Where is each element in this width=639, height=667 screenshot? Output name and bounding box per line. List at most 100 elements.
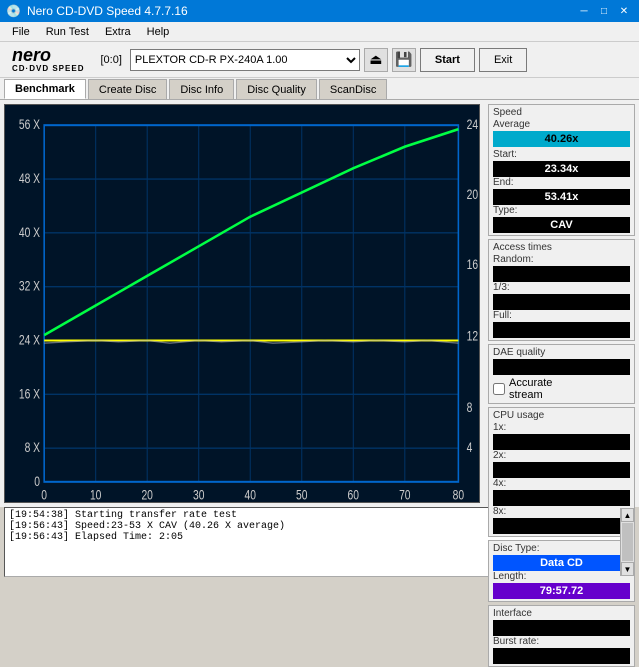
access-times-section: Access times Random: 1/3: Full: — [488, 239, 635, 341]
type-label: Type: — [493, 205, 630, 216]
nero-sub-brand: CD·DVD SPEED — [12, 64, 84, 73]
svg-text:16: 16 — [467, 257, 479, 273]
accurate-stream-checkbox[interactable] — [493, 383, 505, 395]
svg-text:0: 0 — [34, 473, 40, 489]
svg-text:30: 30 — [193, 487, 205, 502]
svg-text:8: 8 — [467, 399, 473, 415]
one-third-value — [493, 294, 630, 310]
type-value: CAV — [493, 217, 630, 233]
log-content: [19:54:38] Starting transfer rate test [… — [5, 508, 618, 576]
log-line-1: [19:54:38] Starting transfer rate test — [9, 510, 614, 521]
cpu-label: CPU usage — [493, 410, 630, 421]
tab-bar: Benchmark Create Disc Disc Info Disc Qua… — [0, 78, 639, 100]
disc-length-value: 79:57.72 — [493, 583, 630, 599]
svg-text:40 X: 40 X — [19, 225, 40, 241]
scroll-up-button[interactable]: ▲ — [621, 508, 634, 522]
start-label: Start: — [493, 149, 630, 160]
accurate-label: Accurate stream — [509, 377, 552, 401]
toolbar: nero CD·DVD SPEED [0:0] PLEXTOR CD-R PX-… — [0, 42, 639, 78]
svg-text:4: 4 — [467, 440, 473, 456]
accurate-stream-row: Accurate stream — [493, 377, 630, 401]
close-button[interactable]: ✕ — [615, 3, 633, 19]
app-icon: 💿 — [6, 4, 21, 18]
interface-value — [493, 620, 630, 636]
tab-disc-info[interactable]: Disc Info — [169, 79, 234, 99]
menu-run-test[interactable]: Run Test — [38, 24, 97, 40]
menu-bar: File Run Test Extra Help — [0, 22, 639, 42]
full-label: Full: — [493, 310, 630, 321]
tab-create-disc[interactable]: Create Disc — [88, 79, 167, 99]
random-value — [493, 266, 630, 282]
scroll-down-button[interactable]: ▼ — [621, 562, 634, 576]
cpu-x1-label: 1x: — [493, 422, 630, 433]
svg-text:70: 70 — [399, 487, 411, 502]
right-panel: Speed Average 40.26x Start: 23.34x End: … — [484, 100, 639, 507]
svg-text:20: 20 — [141, 487, 153, 502]
nero-brand: nero — [12, 46, 51, 64]
chart-container: 56 X 48 X 40 X 32 X 24 X 16 X 8 X 0 24 2… — [4, 104, 480, 503]
window-title: Nero CD-DVD Speed 4.7.7.16 — [27, 4, 188, 18]
one-third-label: 1/3: — [493, 282, 630, 293]
exit-button[interactable]: Exit — [479, 48, 527, 72]
menu-file[interactable]: File — [4, 24, 38, 40]
svg-text:12: 12 — [467, 328, 479, 344]
dae-value — [493, 359, 630, 375]
dae-section: DAE quality Accurate stream — [488, 344, 635, 404]
full-value — [493, 322, 630, 338]
svg-text:32 X: 32 X — [19, 278, 40, 294]
svg-text:10: 10 — [90, 487, 102, 502]
log-area: [19:54:38] Starting transfer rate test [… — [4, 507, 635, 577]
tab-scan-disc[interactable]: ScanDisc — [319, 79, 387, 99]
random-label: Random: — [493, 254, 630, 265]
end-value: 53.41x — [493, 189, 630, 205]
interface-label: Interface — [493, 608, 630, 619]
log-scrollbar: ▲ ▼ — [620, 508, 634, 576]
dae-label: DAE quality — [493, 347, 630, 358]
average-value: 40.26x — [493, 131, 630, 147]
cpu-x1-value — [493, 434, 630, 450]
title-bar-text: 💿 Nero CD-DVD Speed 4.7.7.16 — [6, 4, 188, 18]
svg-text:24 X: 24 X — [19, 332, 40, 348]
svg-text:60: 60 — [348, 487, 360, 502]
svg-text:16 X: 16 X — [19, 386, 40, 402]
chart-svg: 56 X 48 X 40 X 32 X 24 X 16 X 8 X 0 24 2… — [5, 105, 479, 502]
cpu-x2-label: 2x: — [493, 450, 630, 461]
menu-help[interactable]: Help — [139, 24, 178, 40]
save-button[interactable]: 💾 — [392, 48, 416, 72]
svg-text:0: 0 — [41, 487, 47, 502]
speed-label: Speed — [493, 107, 630, 118]
speed-section: Speed Average 40.26x Start: 23.34x End: … — [488, 104, 635, 236]
svg-text:40: 40 — [245, 487, 257, 502]
svg-text:20: 20 — [467, 187, 479, 203]
minimize-button[interactable]: ─ — [575, 3, 593, 19]
start-value: 23.34x — [493, 161, 630, 177]
access-times-label: Access times — [493, 242, 630, 253]
tab-disc-quality[interactable]: Disc Quality — [236, 79, 317, 99]
average-label: Average — [493, 119, 630, 130]
svg-text:50: 50 — [296, 487, 308, 502]
menu-extra[interactable]: Extra — [97, 24, 139, 40]
maximize-button[interactable]: □ — [595, 3, 613, 19]
nero-logo: nero CD·DVD SPEED — [4, 46, 92, 73]
title-bar: 💿 Nero CD-DVD Speed 4.7.7.16 ─ □ ✕ — [0, 0, 639, 22]
cpu-x2-value — [493, 462, 630, 478]
cpu-x4-label: 4x: — [493, 478, 630, 489]
svg-text:80: 80 — [453, 487, 465, 502]
svg-text:24: 24 — [467, 117, 479, 133]
title-bar-controls: ─ □ ✕ — [575, 3, 633, 19]
cpu-x4-value — [493, 490, 630, 506]
tab-benchmark[interactable]: Benchmark — [4, 79, 86, 99]
drive-label: [0:0] — [96, 54, 125, 66]
drive-select[interactable]: PLEXTOR CD-R PX-240A 1.00 — [130, 49, 360, 71]
end-label: End: — [493, 177, 630, 188]
start-button[interactable]: Start — [420, 48, 475, 72]
svg-text:8 X: 8 X — [25, 440, 40, 456]
main-content: 56 X 48 X 40 X 32 X 24 X 16 X 8 X 0 24 2… — [0, 100, 639, 507]
eject-button[interactable]: ⏏ — [364, 48, 388, 72]
log-line-3: [19:56:43] Elapsed Time: 2:05 — [9, 532, 614, 543]
svg-text:48 X: 48 X — [19, 171, 40, 187]
burst-rate-value — [493, 648, 630, 664]
log-line-2: [19:56:43] Speed:23-53 X CAV (40.26 X av… — [9, 521, 614, 532]
interface-section: Interface Burst rate: — [488, 605, 635, 667]
svg-text:56 X: 56 X — [19, 117, 40, 133]
